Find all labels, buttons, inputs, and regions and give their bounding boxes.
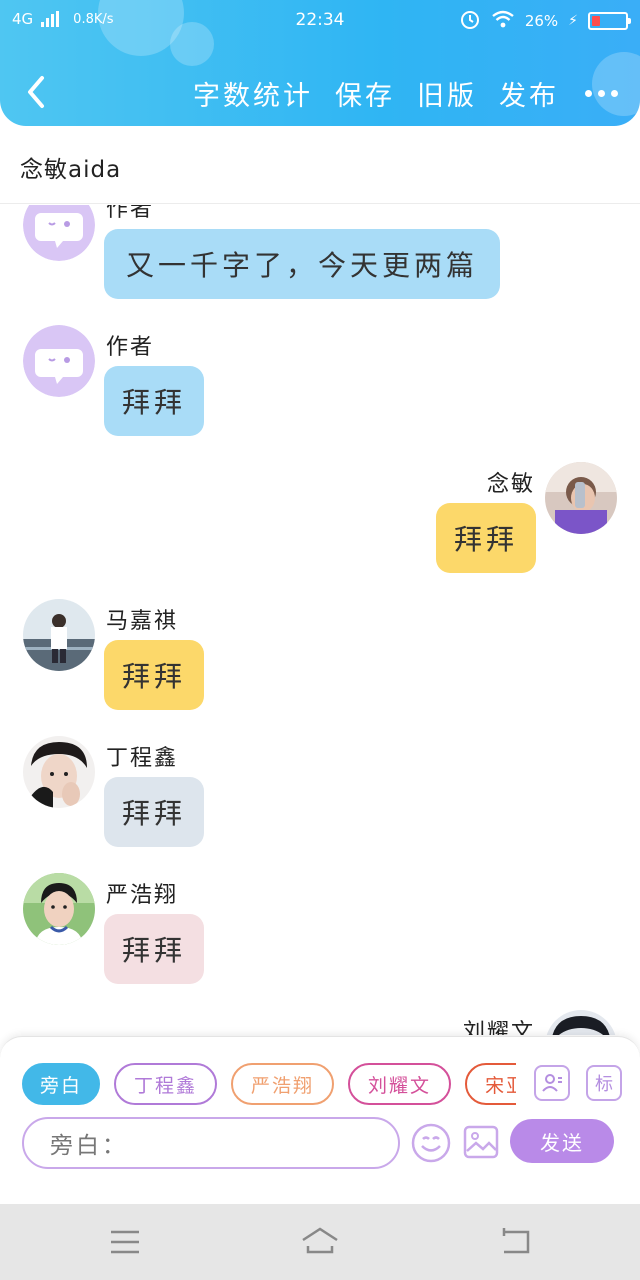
character-avatar[interactable] <box>23 873 95 945</box>
message-bubble[interactable]: 又一千字了，今天更两篇 <box>104 229 500 299</box>
character-avatar[interactable] <box>23 736 95 808</box>
chat-editor-screen: 4G 0.8K/s 22:34 26% ⚡ 字数统计 保存 旧版 发布 念敏ai… <box>0 0 640 1280</box>
sender-name: 作者 <box>106 335 155 360</box>
old-version-button[interactable]: 旧版 <box>417 74 477 113</box>
contact-card-icon[interactable] <box>534 1065 570 1101</box>
sender-name: 严浩翔 <box>106 883 179 908</box>
sender-name: 作者 <box>106 205 155 222</box>
back-nav-icon[interactable] <box>496 1224 536 1260</box>
menu-icon[interactable] <box>105 1224 145 1260</box>
role-chip[interactable]: 丁程鑫 <box>114 1063 218 1105</box>
message-item: 刘耀文 <box>0 1010 640 1035</box>
wifi-icon <box>491 9 515 33</box>
system-nav-bar <box>0 1204 640 1280</box>
status-bar: 4G 0.8K/s 22:34 26% ⚡ <box>0 0 640 42</box>
message-item: 作者 又一千字了，今天更两篇 <box>0 205 640 305</box>
more-menu-icon[interactable] <box>581 79 618 109</box>
save-button[interactable]: 保存 <box>335 74 395 113</box>
word-count-button[interactable]: 字数统计 <box>193 74 313 113</box>
message-item: 严浩翔 拜拜 <box>0 873 640 993</box>
message-bubble[interactable]: 拜拜 <box>104 366 204 436</box>
message-item: 丁程鑫 拜拜 <box>0 736 640 856</box>
role-chip[interactable]: 宋亚轩 <box>465 1063 516 1105</box>
mark-button[interactable]: 标 <box>586 1065 622 1101</box>
message-bubble[interactable]: 拜拜 <box>436 503 536 573</box>
alarm-icon <box>459 8 481 34</box>
role-selector[interactable]: 旁白丁程鑫严浩翔刘耀文宋亚轩 <box>22 1063 516 1107</box>
message-item: 马嘉祺 拜拜 <box>0 599 640 719</box>
header: 4G 0.8K/s 22:34 26% ⚡ 字数统计 保存 旧版 发布 <box>0 0 640 126</box>
toolbar: 字数统计 保存 旧版 发布 <box>0 60 640 126</box>
character-avatar[interactable] <box>23 599 95 671</box>
character-avatar[interactable] <box>545 1010 617 1035</box>
message-input[interactable]: 旁白： <box>22 1117 400 1169</box>
message-item: 念敏 拜拜 <box>0 462 640 582</box>
chat-list[interactable]: 作者 又一千字了，今天更两篇 作者 拜拜 念敏 拜拜 马嘉祺 拜拜 丁程鑫 拜拜… <box>0 205 640 1035</box>
sender-name: 马嘉祺 <box>106 609 179 634</box>
message-item: 作者 拜拜 <box>0 325 640 445</box>
story-title: 念敏aida <box>20 157 122 183</box>
sender-name: 刘耀文 <box>462 1020 535 1035</box>
author-avatar-ghost-icon[interactable] <box>23 325 95 397</box>
publish-button[interactable]: 发布 <box>499 74 559 113</box>
message-bubble[interactable]: 拜拜 <box>104 777 204 847</box>
image-icon[interactable] <box>462 1123 500 1161</box>
chevron-left-icon <box>28 76 44 108</box>
sender-name: 丁程鑫 <box>106 746 179 771</box>
battery-percent: 26% <box>524 12 559 30</box>
emoji-icon[interactable] <box>410 1122 452 1164</box>
role-chip[interactable]: 严浩翔 <box>231 1063 335 1105</box>
back-button[interactable] <box>22 72 52 112</box>
role-chip[interactable]: 刘耀文 <box>348 1063 452 1105</box>
input-panel: 旁白丁程鑫严浩翔刘耀文宋亚轩 标 旁白： 发送 <box>0 1036 640 1204</box>
story-title-bar: 念敏aida <box>0 126 640 204</box>
sender-name: 念敏 <box>486 472 535 497</box>
send-button[interactable]: 发送 <box>510 1119 614 1163</box>
charging-icon: ⚡ <box>568 13 578 29</box>
message-bubble[interactable]: 拜拜 <box>104 914 204 984</box>
message-bubble[interactable]: 拜拜 <box>104 640 204 710</box>
user-avatar[interactable] <box>545 462 617 534</box>
home-icon[interactable] <box>300 1224 340 1260</box>
role-chip-narrator[interactable]: 旁白 <box>22 1063 101 1105</box>
battery-icon <box>588 12 631 30</box>
author-avatar-ghost-icon[interactable] <box>23 205 95 261</box>
